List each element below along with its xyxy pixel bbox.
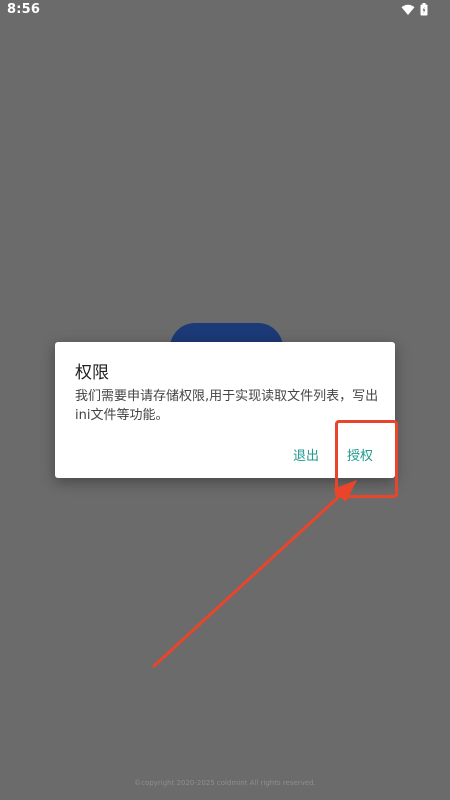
- highlight-box: [335, 420, 398, 498]
- dialog-title: 权限: [75, 363, 109, 383]
- annotation-arrow-shaft: [152, 490, 346, 668]
- wifi-icon: [401, 4, 415, 16]
- status-time: 8:56: [7, 2, 41, 17]
- footer-copyright: ©copyright 2020-2025 coldmint All rights…: [134, 779, 316, 787]
- exit-button[interactable]: 退出: [289, 443, 323, 466]
- battery-icon: [420, 3, 428, 16]
- status-bar: 8:56: [0, 0, 450, 22]
- status-icons: [401, 3, 428, 16]
- dialog-message: 我们需要申请存储权限,用于实现读取文件列表，写出ini文件等功能。: [75, 389, 379, 423]
